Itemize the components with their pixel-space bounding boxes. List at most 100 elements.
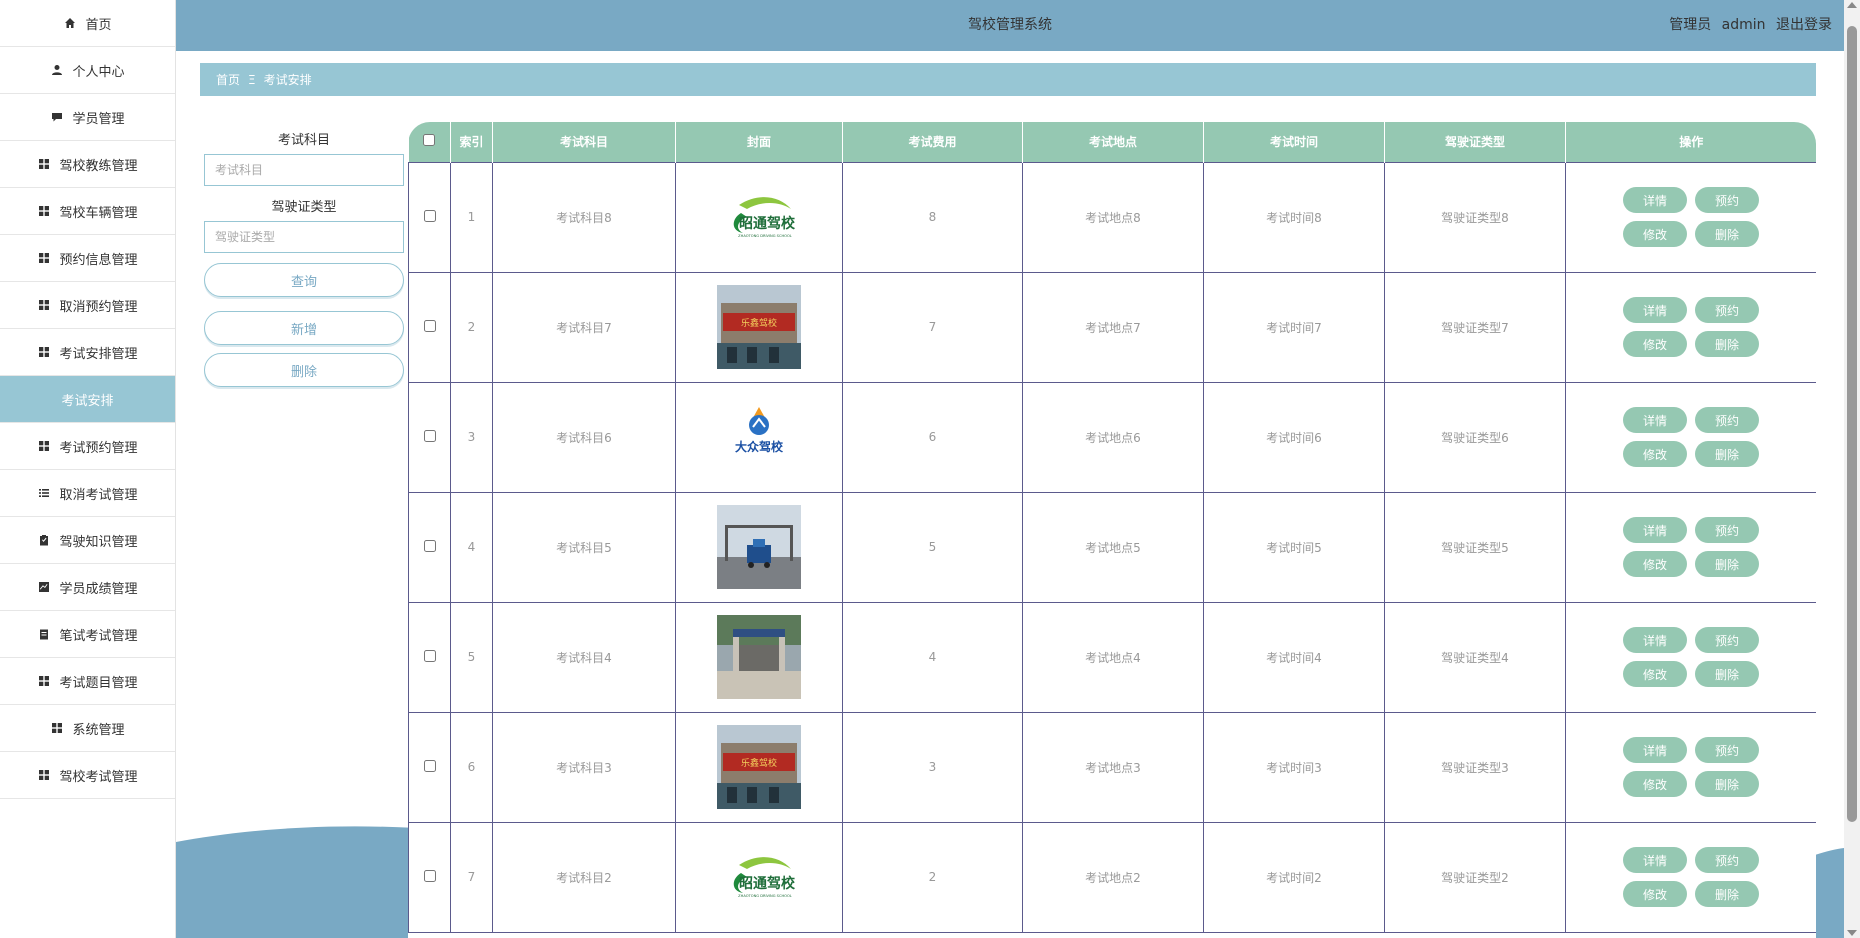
select-all-checkbox[interactable] [423,134,436,147]
license-filter-input[interactable] [204,221,404,253]
delete-button[interactable]: 删除 [1695,771,1759,797]
row-checkbox[interactable] [423,209,436,222]
sidebar-item[interactable]: 考试安排管理 [0,329,175,376]
index-cell: 4 [450,491,493,603]
reserve-button[interactable]: 预约 [1695,627,1759,653]
exam-schedule-table-container: 索引 考试科目 封面 考试费用 考试地点 考试时间 驾驶证类型 操作 1 考试科… [408,122,1816,938]
home-icon [63,16,77,30]
row-checkbox[interactable] [423,759,436,772]
index-cell: 5 [450,601,493,713]
edit-button[interactable]: 修改 [1623,441,1687,467]
row-checkbox[interactable] [423,869,436,882]
edit-button[interactable]: 修改 [1623,221,1687,247]
edit-button[interactable]: 修改 [1623,551,1687,577]
reserve-button[interactable]: 预约 [1695,847,1759,873]
sidebar-item[interactable]: 驾校车辆管理 [0,188,175,235]
breadcrumb-home[interactable]: 首页 [216,71,240,88]
sidebar-item[interactable]: 考试题目管理 [0,658,175,705]
table-row: 7 考试科目2 昭通驾校 ZHAOTONG DRIVING SCHOOL 2 考… [408,821,1816,933]
sidebar-item[interactable]: 取消考试管理 [0,470,175,517]
batch-delete-button[interactable]: 删除 [204,353,404,387]
sidebar-item[interactable]: 个人中心 [0,47,175,94]
sidebar-item[interactable]: 学员成绩管理 [0,564,175,611]
sidebar-item-label: 取消考试管理 [59,487,138,503]
edit-button[interactable]: 修改 [1623,331,1687,357]
row-checkbox[interactable] [423,429,436,442]
scroll-up-arrow-icon[interactable] [1847,2,1857,8]
delete-button[interactable]: 删除 [1695,551,1759,577]
sidebar-item-label: 考试安排 [61,393,114,409]
actions-cell: 详情 预约 修改 删除 [1565,491,1816,603]
column-header: 操作 [1679,135,1704,150]
sidebar-item[interactable]: 考试预约管理 [0,423,175,470]
sidebar-item[interactable]: 学员管理 [0,94,175,141]
reserve-button[interactable]: 预约 [1695,517,1759,543]
sidebar-item[interactable]: 笔试考试管理 [0,611,175,658]
detail-button[interactable]: 详情 [1623,297,1687,323]
row-checkbox[interactable] [423,539,436,552]
list-icon [37,486,51,500]
sidebar-item[interactable]: 驾驶知识管理 [0,517,175,564]
logout-link[interactable]: 退出登录 [1776,17,1832,33]
detail-button[interactable]: 详情 [1623,407,1687,433]
fee-cell: 8 [842,161,1023,273]
breadcrumb-separator-icon: Ξ [248,72,256,87]
zhaotong-logo-image: 昭通驾校 ZHAOTONG DRIVING SCHOOL [733,197,796,238]
query-button[interactable]: 查询 [204,263,404,297]
cover-logo-text: 大众驾校 [735,439,784,454]
reserve-button[interactable]: 预约 [1695,297,1759,323]
time-cell: 考试时间5 [1203,491,1385,603]
detail-button[interactable]: 详情 [1623,187,1687,213]
edit-button[interactable]: 修改 [1623,881,1687,907]
subject-filter-input[interactable] [204,154,404,186]
column-header: 考试地点 [1022,122,1204,162]
detail-button[interactable]: 详情 [1623,847,1687,873]
sidebar-item-label: 学员成绩管理 [59,581,138,597]
sidebar-item[interactable]: 考试安排 [0,376,175,423]
column-header: 封面 [675,122,843,162]
scrollbar-thumb[interactable] [1847,26,1857,822]
scroll-down-arrow-icon[interactable] [1847,930,1857,936]
sidebar-item[interactable]: 驾校教练管理 [0,141,175,188]
sidebar-item[interactable]: 取消预约管理 [0,282,175,329]
column-header: 考试科目 [492,122,676,162]
delete-button[interactable]: 删除 [1695,331,1759,357]
fee-cell: 7 [842,271,1023,383]
reserve-button[interactable]: 预约 [1695,187,1759,213]
license-cell: 驾驶证类型7 [1384,271,1566,383]
sidebar-item-label: 考试安排管理 [59,346,138,362]
license-cell: 驾驶证类型2 [1384,821,1566,933]
time-cell: 考试时间3 [1203,711,1385,823]
subject-cell: 考试科目7 [492,271,676,383]
sidebar-item[interactable]: 驾校考试管理 [0,752,175,799]
sidebar-item[interactable]: 系统管理 [0,705,175,752]
detail-button[interactable]: 详情 [1623,737,1687,763]
delete-button[interactable]: 删除 [1695,221,1759,247]
detail-button[interactable]: 详情 [1623,517,1687,543]
row-actions: 详情 预约 修改 删除 [1591,517,1791,577]
add-button[interactable]: 新增 [204,311,404,345]
reserve-button[interactable]: 预约 [1695,737,1759,763]
row-select-cell [408,711,451,823]
sidebar-item[interactable]: 首页 [0,0,175,47]
delete-button[interactable]: 删除 [1695,661,1759,687]
delete-button[interactable]: 删除 [1695,441,1759,467]
detail-button[interactable]: 详情 [1623,627,1687,653]
user-icon [50,63,64,77]
table-row: 3 考试科目6 大众驾校 6 考试地点6 考试时间6 驾驶证类型6 详情 预约 … [408,381,1816,493]
sidebar-item[interactable]: 预约信息管理 [0,235,175,282]
system-title: 驾校管理系统 [968,17,1052,33]
edit-button[interactable]: 修改 [1623,771,1687,797]
row-checkbox[interactable] [423,319,436,332]
index-cell: 1 [450,161,493,273]
edit-button[interactable]: 修改 [1623,661,1687,687]
delete-button[interactable]: 删除 [1695,881,1759,907]
building-photo-image: 乐鑫驾校 [717,285,801,369]
reserve-button[interactable]: 预约 [1695,407,1759,433]
page-scrollbar[interactable] [1844,0,1860,938]
row-select-cell [408,821,451,933]
row-checkbox[interactable] [423,649,436,662]
place-cell: 考试地点7 [1022,271,1204,383]
grid-icon [37,204,51,218]
grid-icon [37,345,51,359]
